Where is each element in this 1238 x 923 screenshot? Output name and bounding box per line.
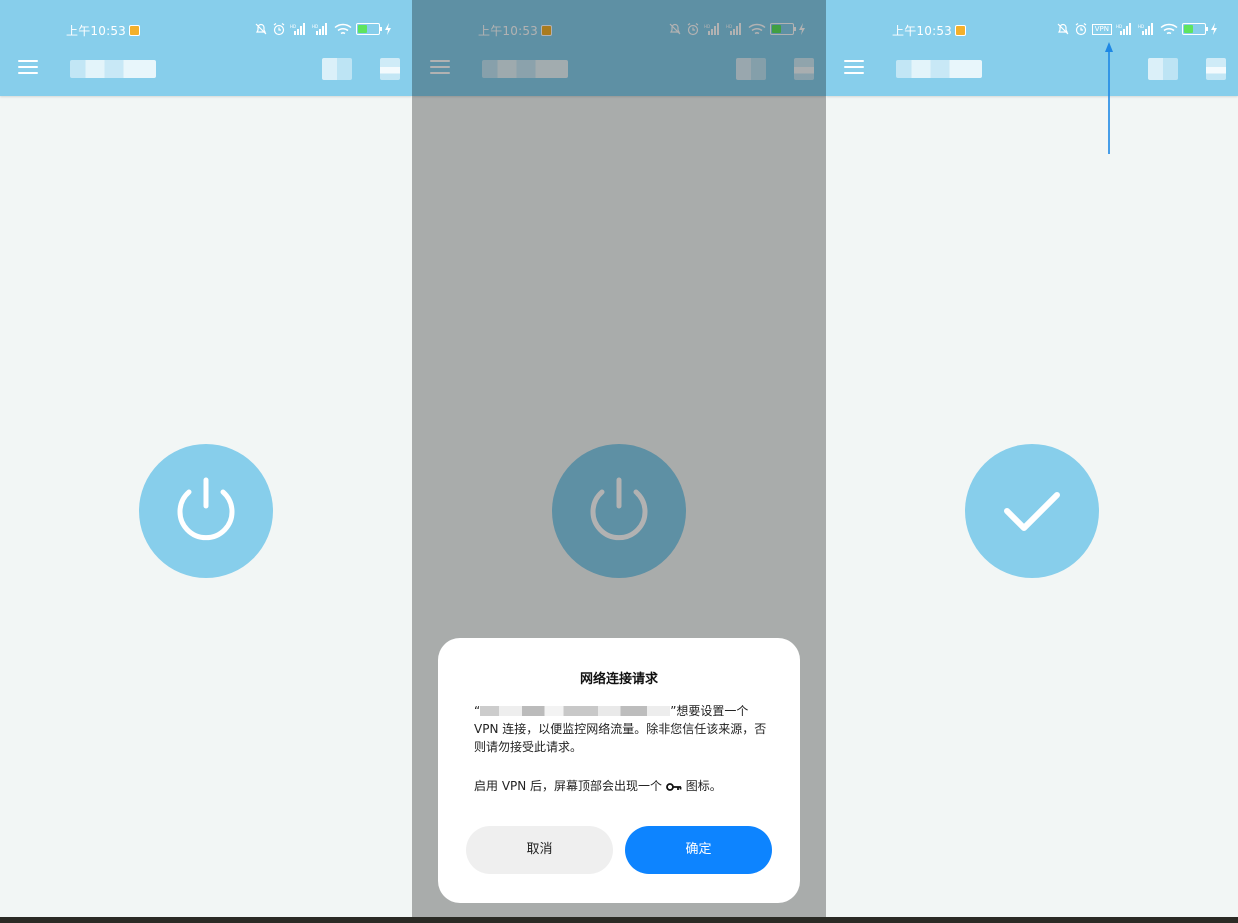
dialog-title: 网络连接请求: [579, 672, 658, 687]
screen-permission-dialog: 上午10:53 HD HD 网络连接请求 “”想要设置一个 VPN 连接，以便监…: [412, 0, 826, 917]
app-title: [896, 60, 982, 78]
share-icon[interactable]: [380, 58, 400, 80]
svg-text:HD: HD: [1116, 24, 1122, 29]
status-time: 上午10:53: [66, 22, 140, 39]
battery-icon: [1182, 23, 1208, 35]
charging-icon: [1211, 23, 1217, 35]
app-bar: 上午10:53 VPN HD HD: [826, 0, 1238, 96]
signal-1-icon: HD: [1116, 23, 1131, 35]
mute-icon: [1057, 23, 1069, 35]
dialog-message: “”想要设置一个 VPN 连接，以便监控网络流量。除非您信任该来源，否则请勿接受…: [474, 702, 770, 756]
charging-icon: [385, 23, 391, 35]
battery-icon: [356, 23, 382, 35]
connect-button[interactable]: [139, 444, 273, 578]
bottom-edge: [0, 917, 1238, 923]
signal-2-icon: HD: [1138, 23, 1153, 35]
screen-power-off: 上午10:53 HD HD: [0, 0, 412, 917]
wifi-icon: [1160, 23, 1178, 34]
svg-text:HD: HD: [1138, 24, 1144, 29]
status-icons: HD HD: [254, 20, 392, 38]
vpn-status-icon: VPN: [1091, 23, 1112, 35]
signal-2-icon: HD: [312, 23, 327, 35]
wifi-icon: [334, 23, 352, 34]
status-bar: 上午10:53 VPN HD HD: [826, 20, 1238, 40]
screen-connected: 上午10:53 VPN HD HD: [826, 0, 1238, 917]
disconnect-button[interactable]: [965, 444, 1099, 578]
share-icon[interactable]: [1206, 58, 1226, 80]
svg-text:HD: HD: [312, 24, 318, 29]
status-icons: VPN HD HD: [1056, 20, 1218, 38]
menu-icon[interactable]: [18, 60, 38, 74]
toolbar-action-icon[interactable]: [322, 58, 352, 80]
power-icon: [177, 477, 235, 541]
app-bar: 上午10:53 HD HD: [0, 0, 412, 96]
key-icon: [665, 783, 682, 791]
toolbar-action-icon[interactable]: [1148, 58, 1178, 80]
alarm-icon: [1075, 23, 1087, 36]
redacted-app-name: [480, 706, 671, 716]
signal-1-icon: HD: [290, 23, 305, 35]
check-icon: [1004, 492, 1060, 531]
app-title: [70, 60, 156, 78]
dialog-note-suffix: 图标。: [685, 779, 722, 793]
ok-button[interactable]: 确定: [625, 826, 772, 874]
vpn-permission-dialog: 网络连接请求 “”想要设置一个 VPN 连接，以便监控网络流量。除非您信任该来源…: [438, 638, 800, 903]
svg-text:HD: HD: [290, 24, 296, 29]
alarm-icon: [273, 23, 285, 36]
dialog-note: 启用 VPN 后，屏幕顶部会出现一个 图标。: [474, 777, 770, 794]
menu-icon[interactable]: [844, 60, 864, 74]
notification-dot-icon: [954, 25, 966, 36]
notification-dot-icon: [128, 25, 140, 36]
dialog-note-prefix: 启用 VPN 后，屏幕顶部会出现一个: [474, 779, 663, 793]
mute-icon: [255, 23, 267, 35]
status-bar: 上午10:53 HD HD: [0, 20, 412, 40]
annotation-arrow-icon: [1105, 42, 1113, 154]
status-time: 上午10:53: [892, 22, 966, 39]
cancel-button[interactable]: 取消: [466, 826, 613, 874]
